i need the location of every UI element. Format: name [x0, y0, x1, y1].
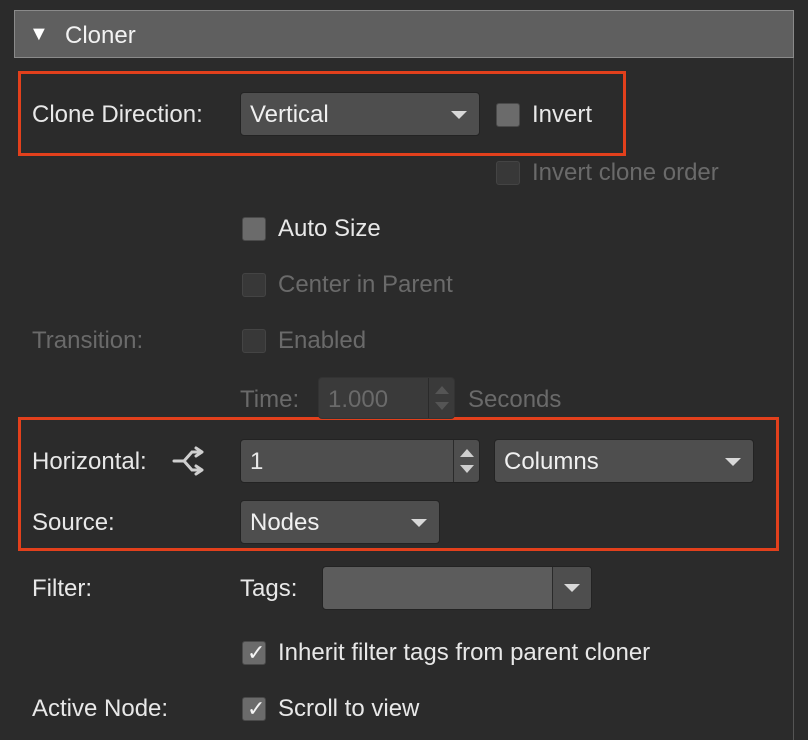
- panel-right-border: [793, 58, 794, 740]
- inherit-filter-tags-label[interactable]: Inherit filter tags from parent cloner: [278, 639, 650, 667]
- horizontal-mode-value: Columns: [504, 448, 599, 475]
- horizontal-label: Horizontal:: [32, 448, 147, 475]
- horizontal-mode-dropdown[interactable]: Columns: [494, 439, 754, 483]
- stepper-up-icon[interactable]: [460, 449, 474, 457]
- chevron-down-icon: [411, 519, 427, 527]
- stepper-up-icon[interactable]: [435, 386, 449, 394]
- transition-label: Transition:: [32, 327, 144, 354]
- active-node-label: Active Node:: [32, 695, 169, 722]
- checkmark-icon: ✓: [247, 641, 266, 666]
- source-label: Source:: [32, 509, 115, 536]
- panel-title: Cloner: [65, 22, 136, 49]
- tags-combobox[interactable]: [322, 566, 592, 610]
- chevron-down-icon: [451, 111, 467, 119]
- checkmark-icon: ✓: [247, 697, 266, 722]
- stepper-down-icon[interactable]: [460, 465, 474, 473]
- clone-direction-dropdown[interactable]: Vertical: [240, 92, 480, 136]
- invert-clone-order-checkbox[interactable]: [496, 161, 520, 185]
- source-dropdown[interactable]: Nodes: [240, 500, 440, 544]
- center-in-parent-checkbox[interactable]: [242, 273, 266, 297]
- tags-label: Tags:: [240, 575, 298, 602]
- center-in-parent-label: Center in Parent: [278, 271, 453, 298]
- time-label: Time:: [240, 386, 300, 413]
- time-spinbox[interactable]: 1.000: [318, 377, 455, 419]
- tags-dropdown-button[interactable]: [552, 567, 591, 609]
- invert-clone-order-label: Invert clone order: [532, 159, 719, 186]
- scroll-to-view-label[interactable]: Scroll to view: [278, 695, 419, 723]
- filter-label: Filter:: [32, 575, 92, 602]
- clone-direction-label: Clone Direction:: [32, 101, 203, 128]
- chevron-down-icon: [725, 458, 741, 466]
- horizontal-stepper[interactable]: [453, 440, 479, 482]
- auto-size-label[interactable]: Auto Size: [278, 215, 381, 243]
- collapse-triangle-icon[interactable]: ▼: [29, 23, 49, 46]
- time-stepper[interactable]: [428, 378, 454, 418]
- transition-enabled-label: Enabled: [278, 327, 367, 354]
- seconds-label: Seconds: [468, 386, 562, 413]
- cloner-panel-header[interactable]: ▼ Cloner: [14, 10, 794, 58]
- inherit-filter-tags-checkbox[interactable]: ✓: [242, 641, 266, 666]
- source-value: Nodes: [250, 509, 320, 536]
- horizontal-count-value: 1: [250, 448, 264, 475]
- horizontal-count-spinbox[interactable]: 1: [240, 439, 480, 483]
- invert-checkbox[interactable]: [496, 103, 520, 127]
- time-value: 1.000: [328, 386, 389, 413]
- auto-size-checkbox[interactable]: [242, 217, 266, 241]
- invert-label[interactable]: Invert: [532, 101, 592, 129]
- clone-direction-value: Vertical: [250, 101, 329, 128]
- link-branch-icon[interactable]: [172, 446, 208, 476]
- chevron-down-icon: [564, 584, 580, 592]
- transition-enabled-checkbox[interactable]: [242, 329, 266, 353]
- stepper-down-icon[interactable]: [435, 402, 449, 410]
- scroll-to-view-checkbox[interactable]: ✓: [242, 697, 266, 722]
